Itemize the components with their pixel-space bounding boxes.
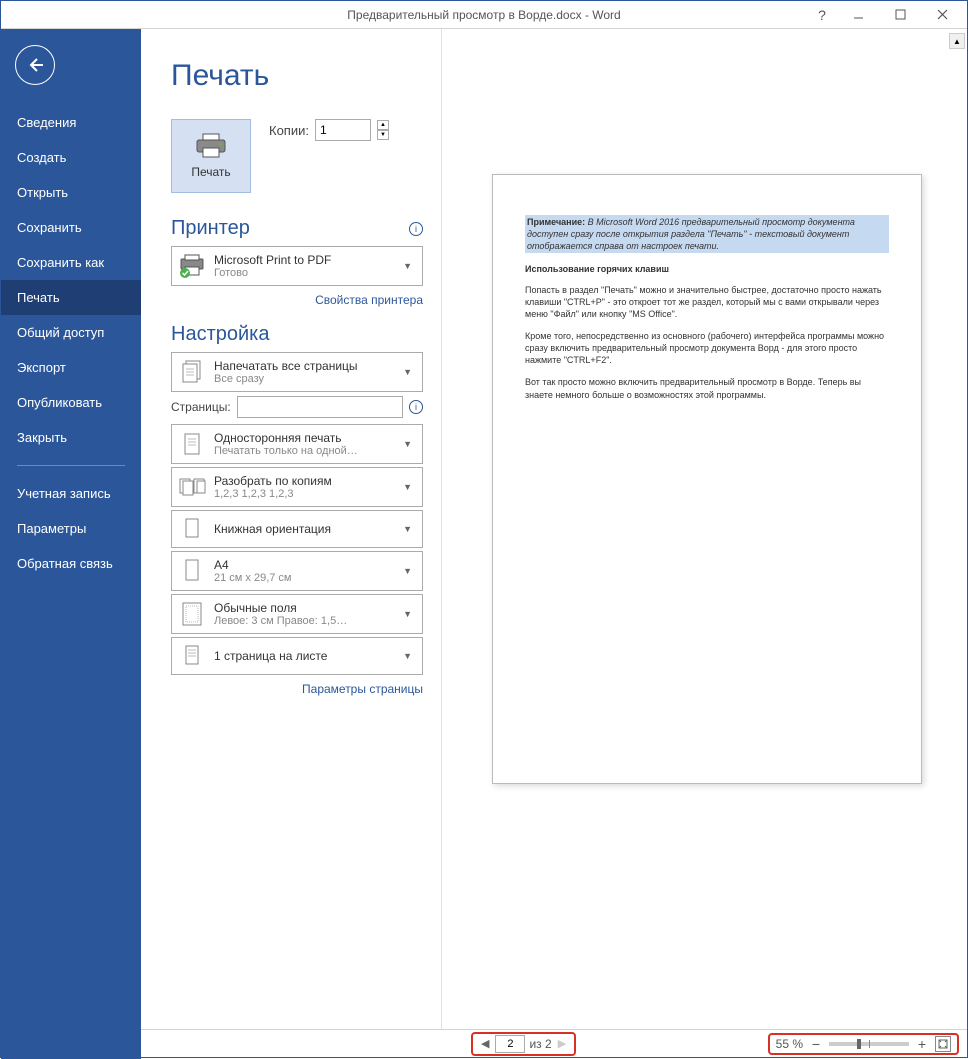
dropdown-arrow-icon: ▼ (399, 524, 416, 534)
page-count-label: из 2 (529, 1037, 551, 1051)
preview-paragraph-3: Вот так просто можно включить предварите… (525, 376, 889, 400)
prev-page-button[interactable]: ◀ (479, 1037, 491, 1050)
printer-icon (195, 133, 227, 159)
paper-icon (178, 557, 206, 585)
page-heading: Печать (171, 59, 423, 93)
paper-size-title: A4 (214, 558, 391, 572)
copies-spinner-up[interactable]: ▲ (377, 120, 389, 130)
preview-heading: Использование горячих клавиш (525, 263, 889, 275)
print-range-sub: Все сразу (214, 373, 391, 385)
printer-section-title: Принтер (171, 217, 250, 240)
dropdown-arrow-icon: ▼ (399, 439, 416, 449)
pages-per-sheet-title: 1 страница на листе (214, 649, 391, 663)
document-title: Предварительный просмотр в Ворде.docx - … (347, 8, 620, 22)
printer-properties-link[interactable]: Свойства принтера (171, 289, 423, 323)
settings-section-title: Настройка (171, 323, 423, 346)
margins-icon (178, 600, 206, 628)
close-button[interactable] (921, 2, 963, 28)
sidebar-item-print[interactable]: Печать (1, 280, 141, 315)
sidebar-item-saveas[interactable]: Сохранить как (1, 245, 141, 280)
copies-spinner-down[interactable]: ▼ (377, 130, 389, 140)
collate-icon (178, 473, 206, 501)
zoom-out-button[interactable]: − (809, 1036, 823, 1052)
print-settings-panel: Печать Печать Копии: ▲ ▼ Принтер i (141, 29, 441, 1029)
maximize-button[interactable] (879, 2, 921, 28)
sides-title: Односторонняя печать (214, 431, 391, 445)
portrait-icon (178, 515, 206, 543)
minimize-button[interactable] (837, 2, 879, 28)
single-side-icon (178, 430, 206, 458)
print-range-title: Напечатать все страницы (214, 359, 391, 373)
pages-input[interactable] (237, 396, 403, 418)
sidebar-item-save[interactable]: Сохранить (1, 210, 141, 245)
dropdown-arrow-icon: ▼ (399, 651, 416, 661)
zoom-fit-button[interactable] (935, 1036, 951, 1052)
zoom-in-button[interactable]: + (915, 1036, 929, 1052)
title-bar: Предварительный просмотр в Ворде.docx - … (1, 1, 967, 29)
sidebar-item-new[interactable]: Создать (1, 140, 141, 175)
status-bar: ◀ из 2 ▶ 55 % − + (141, 1029, 967, 1057)
printer-dropdown[interactable]: Microsoft Print to PDF Готово ▼ (171, 246, 423, 286)
preview-paragraph-1: Попасть в раздел "Печать" можно и значит… (525, 284, 889, 320)
zoom-slider[interactable] (829, 1042, 909, 1046)
printer-ready-icon (178, 252, 206, 280)
paper-size-dropdown[interactable]: A4 21 см x 29,7 см ▼ (171, 551, 423, 591)
sidebar-item-feedback[interactable]: Обратная связь (1, 546, 141, 581)
printer-info-icon[interactable]: i (409, 222, 423, 236)
page-number-input[interactable] (495, 1035, 525, 1053)
scroll-up-icon[interactable]: ▲ (949, 33, 965, 49)
sidebar-item-info[interactable]: Сведения (1, 105, 141, 140)
dropdown-arrow-icon: ▼ (399, 367, 416, 377)
copies-label: Копии: (269, 123, 309, 138)
backstage-sidebar: Сведения Создать Открыть Сохранить Сохра… (1, 29, 141, 1059)
sidebar-item-export[interactable]: Экспорт (1, 350, 141, 385)
dropdown-arrow-icon: ▼ (399, 609, 416, 619)
sidebar-separator (17, 465, 125, 466)
collate-dropdown[interactable]: Разобрать по копиям 1,2,3 1,2,3 1,2,3 ▼ (171, 467, 423, 507)
zoom-level-label: 55 % (776, 1037, 803, 1051)
orientation-title: Книжная ориентация (214, 522, 391, 536)
copies-spinner: ▲ ▼ (377, 120, 389, 140)
print-button[interactable]: Печать (171, 119, 251, 193)
pages-stack-icon (178, 358, 206, 386)
sidebar-item-account[interactable]: Учетная запись (1, 476, 141, 511)
preview-scrollbar[interactable]: ▲ (949, 33, 965, 1025)
pages-info-icon[interactable]: i (409, 400, 423, 414)
dropdown-arrow-icon: ▼ (399, 566, 416, 576)
page-per-sheet-icon (178, 642, 206, 670)
sides-dropdown[interactable]: Односторонняя печать Печатать только на … (171, 424, 423, 464)
page-navigation: ◀ из 2 ▶ (471, 1032, 576, 1056)
sidebar-item-open[interactable]: Открыть (1, 175, 141, 210)
preview-paragraph-2: Кроме того, непосредственно из основного… (525, 330, 889, 366)
sidebar-item-share[interactable]: Общий доступ (1, 315, 141, 350)
paper-size-sub: 21 см x 29,7 см (214, 572, 391, 584)
dropdown-arrow-icon: ▼ (399, 482, 416, 492)
orientation-dropdown[interactable]: Книжная ориентация ▼ (171, 510, 423, 548)
print-button-label: Печать (191, 165, 230, 179)
sides-sub: Печатать только на одной… (214, 445, 391, 457)
help-button[interactable]: ? (807, 2, 837, 28)
back-button[interactable] (15, 45, 55, 85)
print-range-dropdown[interactable]: Напечатать все страницы Все сразу ▼ (171, 352, 423, 392)
margins-title: Обычные поля (214, 601, 391, 615)
collate-title: Разобрать по копиям (214, 474, 391, 488)
preview-page: Примечание: В Microsoft Word 2016 предва… (492, 174, 922, 784)
pages-per-sheet-dropdown[interactable]: 1 страница на листе ▼ (171, 637, 423, 675)
printer-status: Готово (214, 267, 391, 279)
page-setup-link[interactable]: Параметры страницы (171, 678, 423, 712)
dropdown-arrow-icon: ▼ (399, 261, 416, 271)
next-page-button[interactable]: ▶ (556, 1037, 568, 1050)
print-preview-pane: ▲ Примечание: В Microsoft Word 2016 пред… (441, 29, 967, 1029)
sidebar-item-publish[interactable]: Опубликовать (1, 385, 141, 420)
margins-dropdown[interactable]: Обычные поля Левое: 3 см Правое: 1,5… ▼ (171, 594, 423, 634)
pages-label: Страницы: (171, 400, 231, 414)
printer-name: Microsoft Print to PDF (214, 253, 391, 267)
zoom-control: 55 % − + (768, 1033, 959, 1055)
margins-sub: Левое: 3 см Правое: 1,5… (214, 615, 391, 627)
sidebar-item-options[interactable]: Параметры (1, 511, 141, 546)
sidebar-item-close[interactable]: Закрыть (1, 420, 141, 455)
copies-input[interactable] (315, 119, 371, 141)
preview-note-prefix: Примечание: (527, 217, 585, 227)
collate-sub: 1,2,3 1,2,3 1,2,3 (214, 488, 391, 500)
